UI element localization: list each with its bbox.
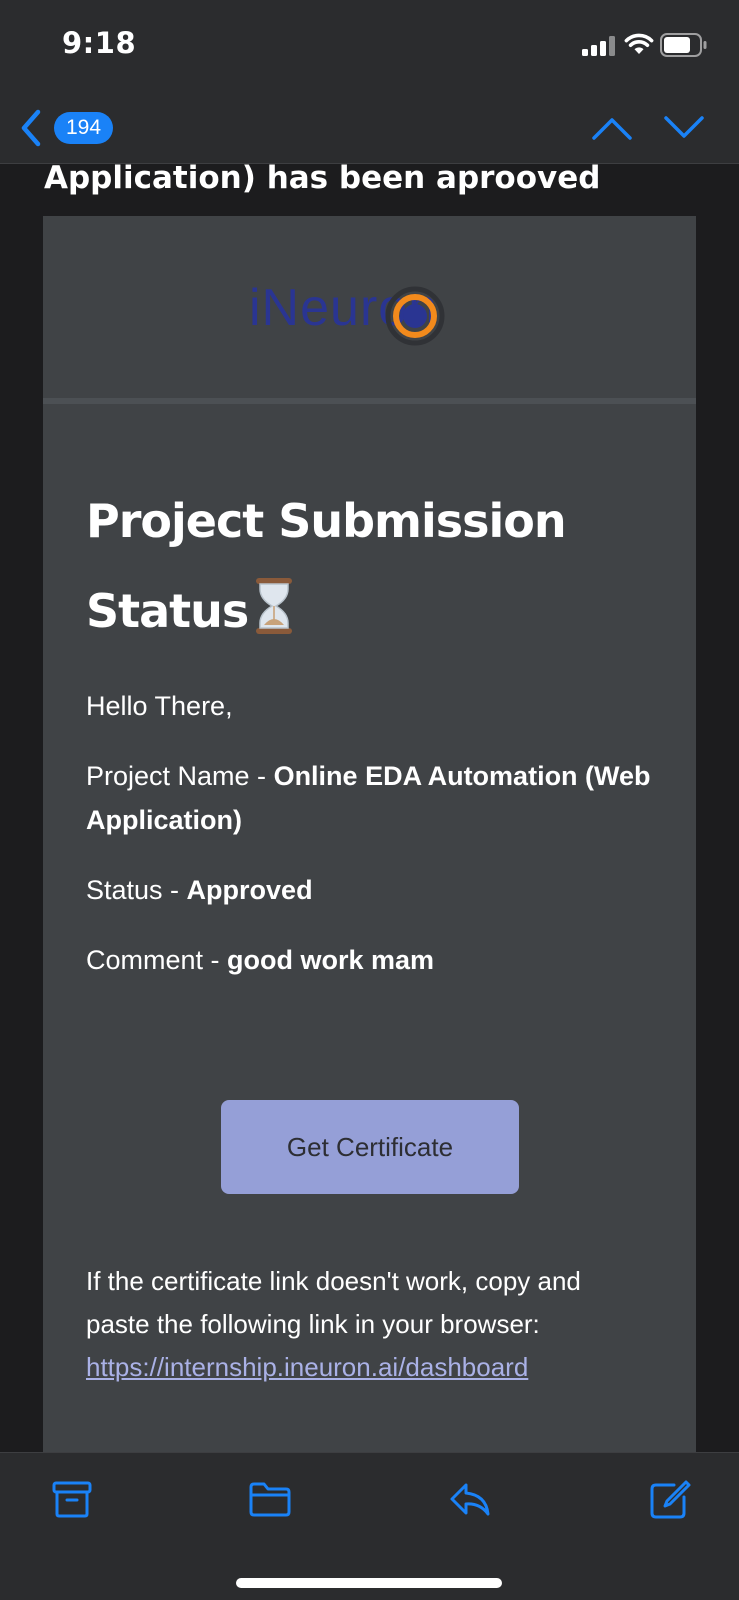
unread-count-badge: 194: [54, 112, 114, 144]
reply-icon[interactable]: [448, 1479, 492, 1519]
email-subject: Application) has been aprooved: [44, 164, 601, 196]
compose-icon[interactable]: [648, 1479, 692, 1519]
status-bar: 9:18: [0, 0, 739, 92]
ineuron-logo: iNeuron: [249, 278, 499, 350]
greeting: Hello There,: [86, 691, 233, 721]
logo-header: iNeuron: [43, 216, 696, 404]
status-value: Approved: [186, 875, 313, 905]
back-chevron-icon: [21, 109, 41, 147]
clock-time: 9:18: [62, 26, 137, 60]
email-content: Project Submission Status Hello There, P…: [86, 476, 656, 982]
chevron-up-icon[interactable]: [590, 110, 634, 146]
subject-area: Application) has been aprooved: [0, 164, 739, 216]
get-certificate-button[interactable]: Get Certificate: [221, 1100, 519, 1194]
wifi-icon: [624, 33, 654, 54]
fallback-instructions: If the certificate link doesn't work, co…: [86, 1260, 646, 1389]
comment-label: Comment -: [86, 945, 228, 975]
logo-ring-icon: [385, 286, 445, 346]
battery-icon: [660, 33, 707, 57]
folder-icon[interactable]: [248, 1479, 292, 1519]
mail-nav-bar: 194: [0, 92, 739, 164]
comment-value: good work mam: [227, 945, 435, 975]
cellular-signal-icon: [582, 36, 615, 56]
hourglass-icon: [256, 578, 293, 634]
dashboard-link[interactable]: https://internship.ineuron.ai/dashboard: [86, 1352, 528, 1382]
back-button[interactable]: 194: [18, 106, 128, 150]
chevron-down-icon[interactable]: [662, 110, 706, 146]
project-name-line: Project Name - Online EDA Automation (We…: [86, 754, 656, 842]
heading-text: Project Submission Status: [86, 494, 567, 638]
status-line: Status - Approved: [86, 868, 656, 912]
comment-line: Comment - good work mam: [86, 938, 656, 982]
status-label: Status -: [86, 875, 187, 905]
fallback-text: If the certificate link doesn't work, co…: [86, 1266, 581, 1339]
email-heading: Project Submission Status: [86, 476, 656, 656]
project-name-label: Project Name -: [86, 761, 274, 791]
archive-icon[interactable]: [50, 1479, 94, 1519]
email-body: iNeuron Project Submission Status Hello …: [43, 216, 696, 1452]
home-indicator[interactable]: [236, 1578, 502, 1588]
